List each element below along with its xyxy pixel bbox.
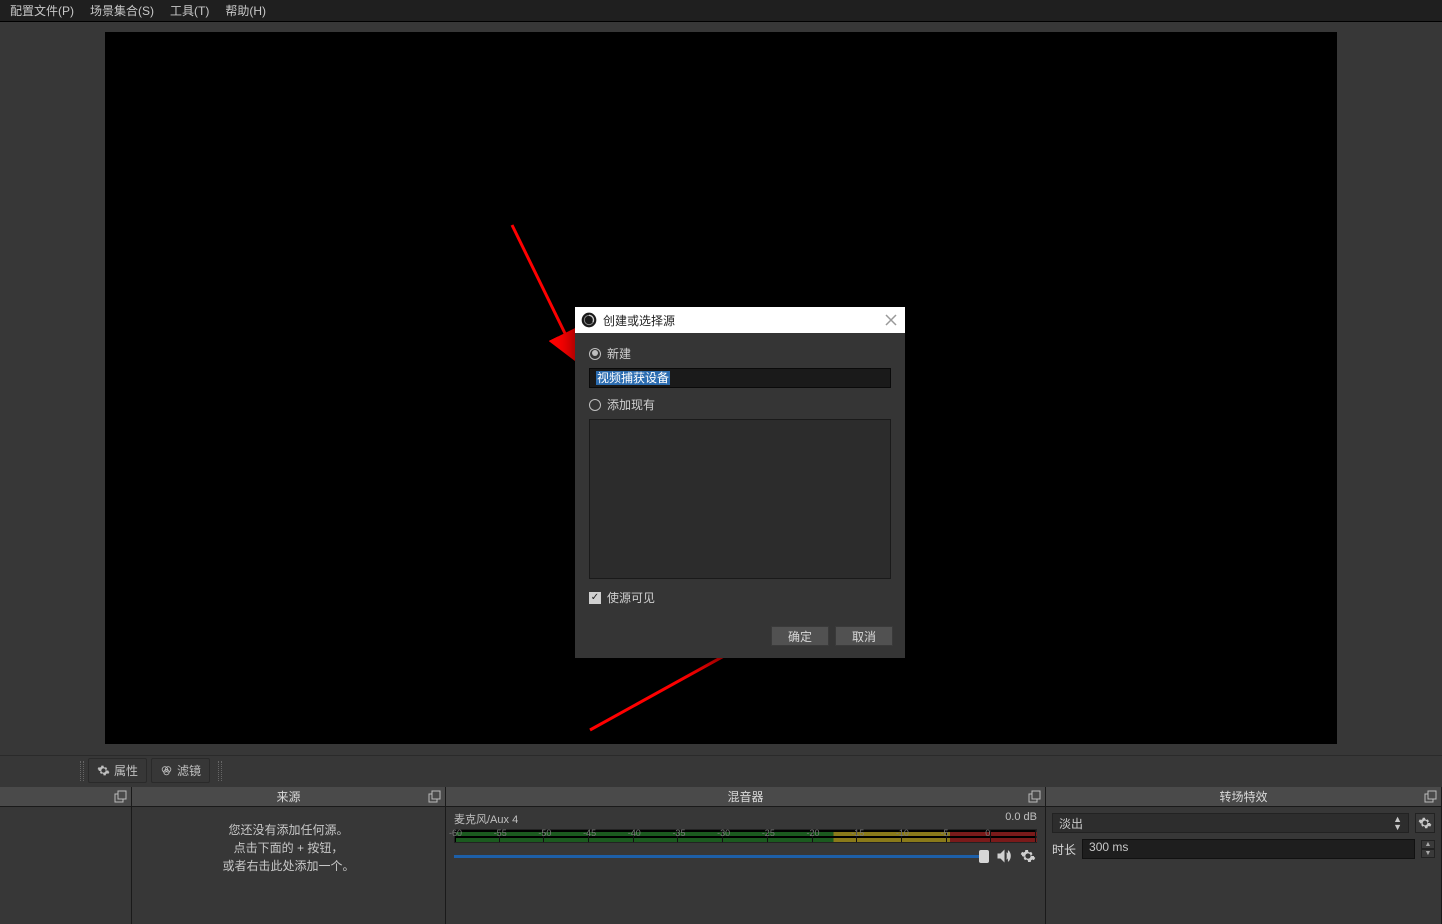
scenes-header[interactable] xyxy=(0,787,131,807)
menu-help[interactable]: 帮助(H) xyxy=(217,0,274,21)
spin-up[interactable]: ▲ xyxy=(1421,840,1435,849)
toolbar-grip-2[interactable] xyxy=(218,761,222,781)
popout-icon[interactable] xyxy=(1027,790,1041,804)
volume-thumb[interactable] xyxy=(979,850,989,863)
visible-checkbox-row[interactable]: ✓ 使源可见 xyxy=(589,589,891,606)
ok-button[interactable]: 确定 xyxy=(771,626,829,646)
radio-existing[interactable] xyxy=(589,399,601,411)
audio-meter: -60-55-50-45-40-35-30-25-20-15-10-50 xyxy=(454,829,1037,843)
bottom-docks: 来源 您还没有添加任何源。 点击下面的 + 按钮， 或者右击此处添加一个。 混音… xyxy=(0,787,1442,924)
visible-checkbox-label: 使源可见 xyxy=(607,589,655,606)
radio-new-row[interactable]: 新建 xyxy=(589,345,891,362)
duration-label: 时长 xyxy=(1052,841,1076,858)
dialog-titlebar[interactable]: 创建或选择源 xyxy=(575,307,905,333)
radio-new-label: 新建 xyxy=(607,345,631,362)
properties-button[interactable]: 属性 xyxy=(88,758,147,783)
transition-gear-button[interactable] xyxy=(1415,813,1435,833)
transition-select[interactable]: 淡出 ▲▼ xyxy=(1052,813,1409,833)
filters-icon xyxy=(160,764,173,777)
radio-existing-row[interactable]: 添加现有 xyxy=(589,396,891,413)
mixer-dock: 混音器 麦克风/Aux 4 0.0 dB -60-55-50-45-40-35-… xyxy=(446,787,1046,924)
popout-icon[interactable] xyxy=(113,790,127,804)
dialog-title-text: 创建或选择源 xyxy=(603,312,675,329)
duration-input[interactable]: 300 ms xyxy=(1082,839,1415,859)
source-name-input[interactable]: 视频捕获设备 xyxy=(589,368,891,388)
filters-button[interactable]: 滤镜 xyxy=(151,758,210,783)
create-select-source-dialog: 创建或选择源 新建 视频捕获设备 添加现有 ✓ 使源可见 确定 取消 xyxy=(575,307,905,658)
radio-new[interactable] xyxy=(589,348,601,360)
mixer-gear-icon[interactable] xyxy=(1019,847,1037,865)
scenes-body[interactable] xyxy=(0,807,131,924)
gear-icon xyxy=(97,764,110,777)
transitions-dock: 转场特效 淡出 ▲▼ 时长 300 ms ▲ ▼ xyxy=(1046,787,1442,924)
speaker-icon[interactable] xyxy=(995,847,1013,865)
visible-checkbox[interactable]: ✓ xyxy=(589,592,601,604)
toolbar-grip[interactable] xyxy=(80,761,84,781)
sources-body[interactable]: 您还没有添加任何源。 点击下面的 + 按钮， 或者右击此处添加一个。 xyxy=(132,807,445,924)
transitions-body: 淡出 ▲▼ 时长 300 ms ▲ ▼ xyxy=(1046,807,1441,924)
volume-slider[interactable] xyxy=(454,855,989,858)
obs-icon xyxy=(581,312,597,328)
existing-sources-list[interactable] xyxy=(589,419,891,579)
mixer-level: 0.0 dB xyxy=(1005,811,1037,827)
mixer-channel-name: 麦克风/Aux 4 xyxy=(454,811,518,827)
mixer-channel: 麦克风/Aux 4 0.0 dB -60-55-50-45-40-35-30-2… xyxy=(446,807,1045,867)
menu-profile[interactable]: 配置文件(P) xyxy=(2,0,82,21)
radio-existing-label: 添加现有 xyxy=(607,396,655,413)
chevron-updown-icon: ▲▼ xyxy=(1393,815,1402,831)
cancel-button[interactable]: 取消 xyxy=(835,626,893,646)
sources-empty-hint: 您还没有添加任何源。 点击下面的 + 按钮， 或者右击此处添加一个。 xyxy=(132,807,445,875)
close-icon[interactable] xyxy=(883,312,899,328)
menu-tools[interactable]: 工具(T) xyxy=(162,0,217,21)
menu-bar: 配置文件(P) 场景集合(S) 工具(T) 帮助(H) xyxy=(0,0,1442,22)
mixer-header[interactable]: 混音器 xyxy=(446,787,1045,807)
transitions-header[interactable]: 转场特效 xyxy=(1046,787,1441,807)
popout-icon[interactable] xyxy=(1423,790,1437,804)
menu-scene-collection[interactable]: 场景集合(S) xyxy=(82,0,162,21)
sources-dock: 来源 您还没有添加任何源。 点击下面的 + 按钮， 或者右击此处添加一个。 xyxy=(132,787,446,924)
spin-down[interactable]: ▼ xyxy=(1421,849,1435,858)
source-toolbar: 属性 滤镜 xyxy=(0,755,1442,785)
sources-header[interactable]: 来源 xyxy=(132,787,445,807)
scenes-dock xyxy=(0,787,132,924)
mixer-body: 麦克风/Aux 4 0.0 dB -60-55-50-45-40-35-30-2… xyxy=(446,807,1045,924)
popout-icon[interactable] xyxy=(427,790,441,804)
duration-spinner[interactable]: ▲ ▼ xyxy=(1421,840,1435,858)
